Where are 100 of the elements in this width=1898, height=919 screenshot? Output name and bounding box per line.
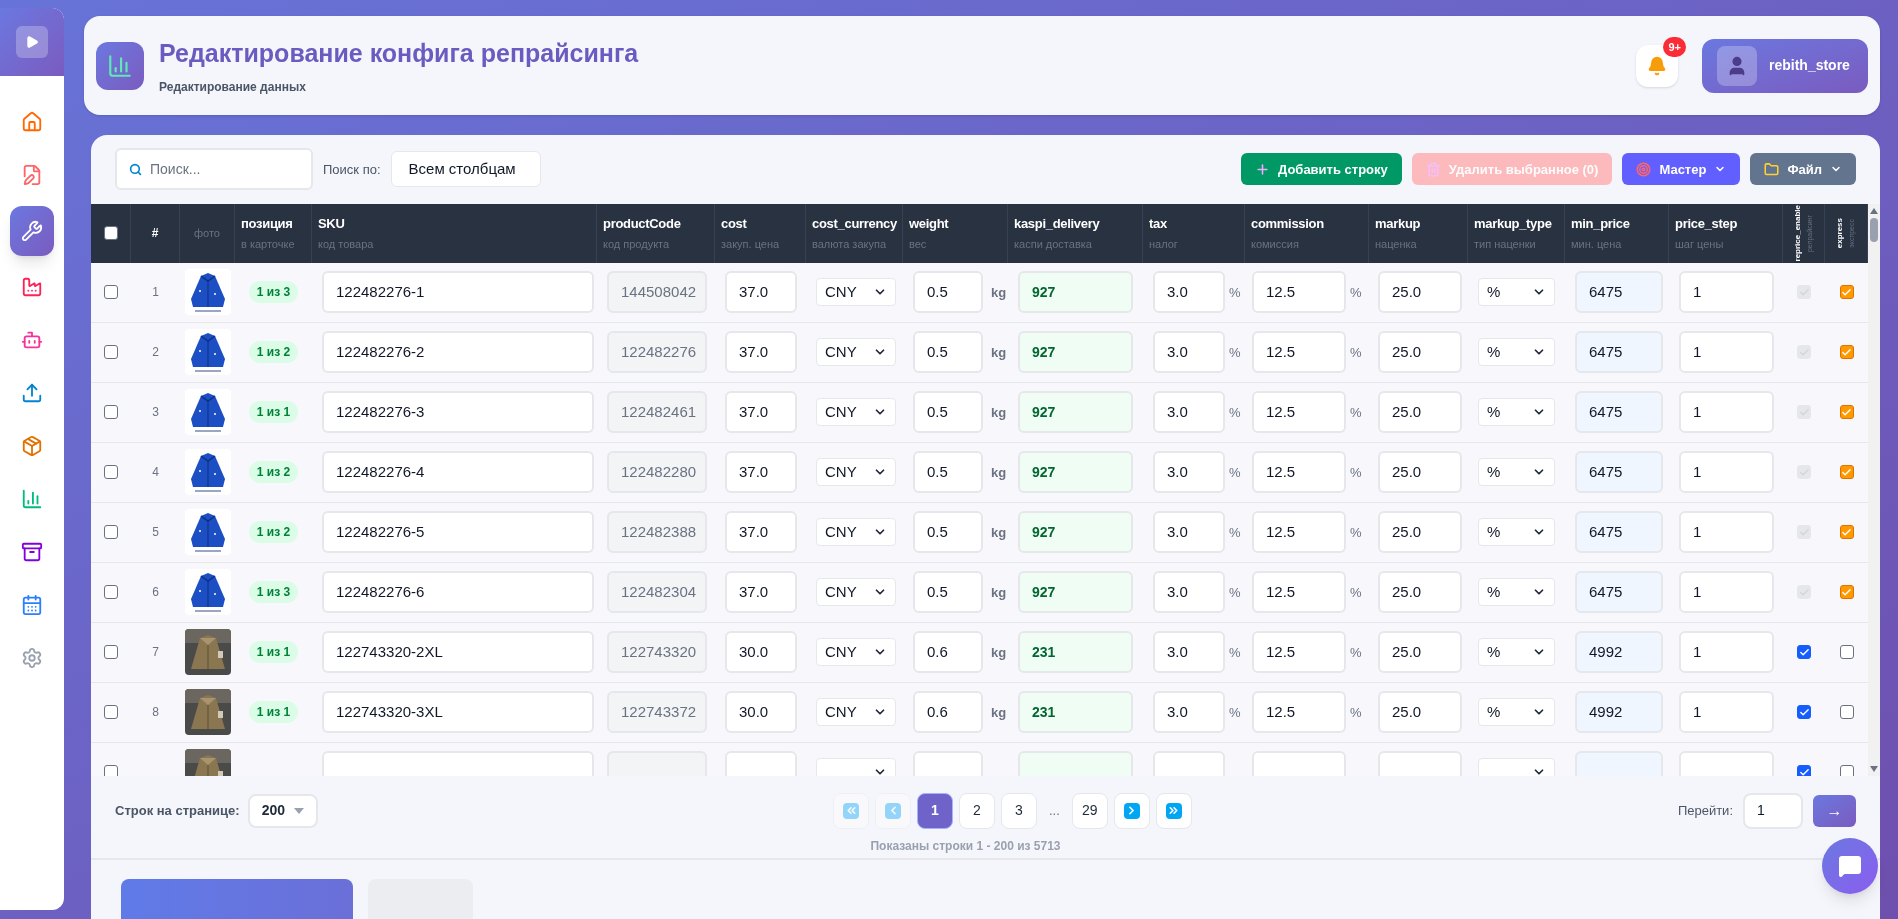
- weight-input[interactable]: 0.5: [913, 571, 983, 614]
- cost-input[interactable]: 37.0: [725, 511, 797, 554]
- user-button[interactable]: rebith_store: [1702, 38, 1868, 93]
- markup-type-select[interactable]: %: [1478, 518, 1555, 547]
- row-checkbox[interactable]: [104, 525, 118, 540]
- row-checkbox[interactable]: [104, 345, 118, 360]
- search-by-select[interactable]: Всем столбцам: [390, 151, 541, 188]
- markup-type-select[interactable]: %: [1478, 578, 1555, 607]
- markup-type-select[interactable]: %: [1478, 278, 1555, 307]
- product-code-input[interactable]: 122482304: [607, 571, 707, 614]
- sku-input[interactable]: 122482276-3: [322, 391, 594, 434]
- cost-input[interactable]: 37.0: [725, 331, 797, 374]
- tax-input[interactable]: 3.0: [1153, 571, 1225, 614]
- price-step-input[interactable]: 1: [1679, 271, 1774, 314]
- sidebar-toggle-button[interactable]: [16, 26, 48, 58]
- goto-page-input[interactable]: 1: [1743, 792, 1803, 829]
- markup-input[interactable]: 25.0: [1378, 511, 1462, 554]
- kaspi-delivery-field[interactable]: 927: [1018, 511, 1133, 554]
- currency-select[interactable]: CNY: [816, 578, 896, 607]
- tax-input[interactable]: 3.0: [1153, 331, 1225, 374]
- row-checkbox[interactable]: [104, 705, 118, 720]
- add-button[interactable]: Добавить строку: [1241, 153, 1402, 186]
- kaspi-delivery-field[interactable]: 927: [1018, 571, 1133, 614]
- min-price-field[interactable]: 6475: [1575, 451, 1663, 494]
- currency-select[interactable]: CNY: [816, 338, 896, 367]
- min-price-field[interactable]: 4992: [1575, 691, 1663, 734]
- commission-input[interactable]: 12.5: [1252, 691, 1346, 734]
- kaspi-delivery-field[interactable]: 231: [1018, 691, 1133, 734]
- row-checkbox[interactable]: [104, 465, 118, 480]
- scrollbar[interactable]: [1868, 203, 1880, 776]
- markup-input[interactable]: 25.0: [1378, 451, 1462, 494]
- express-checkbox[interactable]: [1839, 585, 1854, 600]
- goto-button[interactable]: →: [1813, 794, 1856, 827]
- tax-input[interactable]: 3.0: [1153, 631, 1225, 674]
- kaspi-delivery-field[interactable]: 927: [1018, 391, 1133, 434]
- master-button[interactable]: Мастер: [1622, 153, 1741, 186]
- sku-input[interactable]: 122743320-2XL: [322, 631, 594, 674]
- min-price-field[interactable]: 6475: [1575, 511, 1663, 554]
- page-button[interactable]: 2: [959, 792, 995, 829]
- markup-input[interactable]: 25.0: [1378, 271, 1462, 314]
- express-checkbox[interactable]: [1839, 525, 1854, 540]
- commission-input[interactable]: 12.5: [1252, 331, 1346, 374]
- sku-input[interactable]: 122482276-1: [322, 271, 594, 314]
- commission-input[interactable]: 12.5: [1252, 271, 1346, 314]
- reprice-checkbox[interactable]: [1797, 645, 1811, 660]
- commission-input[interactable]: 12.5: [1252, 571, 1346, 614]
- product-code-input[interactable]: 122482461: [607, 391, 707, 434]
- price-step-input[interactable]: 1: [1679, 451, 1774, 494]
- currency-select[interactable]: CNY: [816, 398, 896, 427]
- weight-input[interactable]: 0.5: [913, 451, 983, 494]
- cost-input[interactable]: 37.0: [725, 571, 797, 614]
- markup-input[interactable]: 25.0: [1378, 631, 1462, 674]
- express-checkbox[interactable]: [1839, 645, 1854, 660]
- markup-input[interactable]: 25.0: [1378, 571, 1462, 614]
- express-checkbox[interactable]: [1839, 465, 1854, 480]
- commission-input[interactable]: 12.5: [1252, 451, 1346, 494]
- weight-input[interactable]: 0.6: [913, 691, 983, 734]
- markup-type-select[interactable]: %: [1478, 458, 1555, 487]
- currency-select[interactable]: CNY: [816, 698, 896, 727]
- row-checkbox[interactable]: [104, 285, 118, 300]
- select-all-checkbox[interactable]: [103, 226, 118, 241]
- price-step-input[interactable]: 1: [1679, 331, 1774, 374]
- currency-select[interactable]: CNY: [816, 638, 896, 667]
- search-field[interactable]: Поиск...: [115, 148, 313, 191]
- tax-input[interactable]: 3.0: [1153, 391, 1225, 434]
- min-price-field[interactable]: 6475: [1575, 331, 1663, 374]
- markup-type-select[interactable]: %: [1478, 638, 1555, 667]
- commission-input[interactable]: 12.5: [1252, 511, 1346, 554]
- sku-input[interactable]: 122482276-5: [322, 511, 594, 554]
- min-price-field[interactable]: 6475: [1575, 391, 1663, 434]
- next-page-button[interactable]: [1113, 792, 1150, 829]
- min-price-field[interactable]: 4992: [1575, 631, 1663, 674]
- page-button[interactable]: 1: [917, 792, 953, 829]
- row-checkbox[interactable]: [104, 585, 118, 600]
- sku-input[interactable]: 122482276-6: [322, 571, 594, 614]
- sku-input[interactable]: 122482276-2: [322, 331, 594, 374]
- sku-input[interactable]: 122743320-3XL: [322, 691, 594, 734]
- price-step-input[interactable]: 1: [1679, 511, 1774, 554]
- product-code-input[interactable]: 122482388: [607, 511, 707, 554]
- page-button[interactable]: 3: [1001, 792, 1037, 829]
- search-input[interactable]: Поиск...: [150, 158, 290, 180]
- currency-select[interactable]: CNY: [816, 278, 896, 307]
- price-step-input[interactable]: 1: [1679, 391, 1774, 434]
- weight-input[interactable]: 0.5: [913, 271, 983, 314]
- tax-input[interactable]: 3.0: [1153, 451, 1225, 494]
- express-checkbox[interactable]: [1839, 765, 1854, 776]
- page-button[interactable]: 29: [1071, 792, 1108, 829]
- weight-input[interactable]: 0.5: [913, 511, 983, 554]
- weight-input[interactable]: 0.5: [913, 391, 983, 434]
- express-checkbox[interactable]: [1839, 705, 1854, 720]
- express-checkbox[interactable]: [1839, 405, 1854, 420]
- markup-type-select[interactable]: %: [1478, 698, 1555, 727]
- markup-input[interactable]: 25.0: [1378, 691, 1462, 734]
- reprice-checkbox[interactable]: [1797, 765, 1811, 776]
- cost-input[interactable]: 30.0: [725, 691, 797, 734]
- kaspi-delivery-field[interactable]: 231: [1018, 631, 1133, 674]
- rows-per-page-select[interactable]: 200: [247, 793, 318, 828]
- price-step-input[interactable]: 1: [1679, 631, 1774, 674]
- product-code-input[interactable]: 122743372: [607, 691, 707, 734]
- sidebar-item[interactable]: [10, 206, 54, 256]
